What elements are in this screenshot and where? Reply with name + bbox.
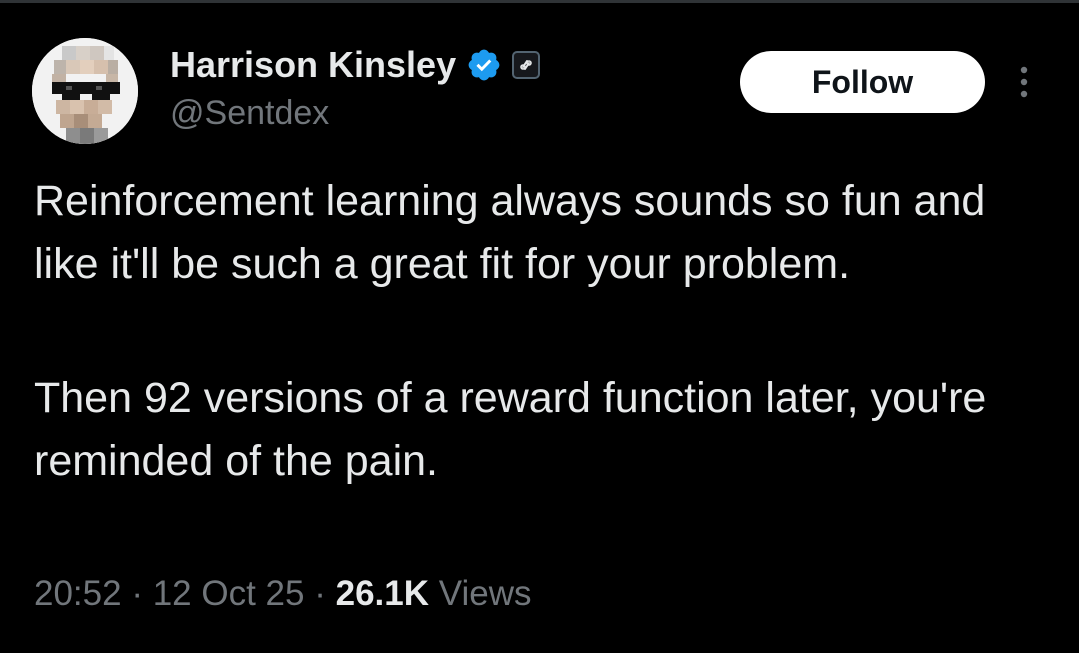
verified-badge-icon[interactable]	[466, 47, 502, 83]
avatar-image	[32, 38, 138, 144]
meta-separator: ·	[131, 574, 143, 613]
avatar[interactable]	[32, 38, 138, 144]
tweet-date[interactable]: 12 Oct 25	[153, 574, 305, 613]
tweet-paragraph: Then 92 versions of a reward function la…	[34, 374, 987, 485]
author-name-row: Harrison Kinsley	[170, 42, 541, 88]
affiliation-glyph-icon	[520, 60, 532, 70]
tweet-paragraph: Reinforcement learning always sounds so …	[34, 177, 986, 288]
tweet-time[interactable]: 20:52	[34, 574, 122, 613]
views-label: Views	[438, 574, 532, 613]
affiliation-badge-icon[interactable]	[512, 51, 541, 79]
meta-separator: ·	[314, 574, 326, 613]
follow-button[interactable]: Follow	[740, 51, 985, 113]
more-options-icon[interactable]	[1010, 62, 1038, 102]
tweet-text: Reinforcement learning always sounds so …	[34, 170, 1054, 493]
tweet-meta: 20:52 · 12 Oct 25 · 26.1K Views	[34, 574, 531, 614]
views-count: 26.1K	[335, 574, 430, 613]
author-handle[interactable]: @Sentdex	[170, 94, 329, 133]
author-display-name[interactable]: Harrison Kinsley	[170, 44, 456, 86]
top-divider	[0, 0, 1079, 3]
